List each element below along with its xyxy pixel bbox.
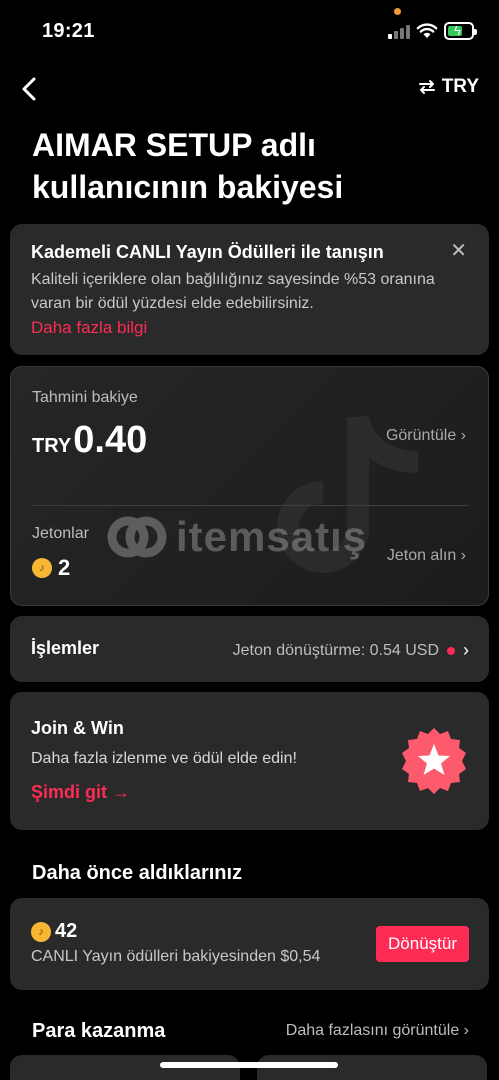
star-badge-icon [402,728,466,794]
transactions-row[interactable]: İşlemler Jeton dönüştürme: 0.54 USD › [10,616,489,682]
transactions-info: Jeton dönüştürme: 0.54 USD › [233,640,469,661]
balance-currency: TRY [32,435,72,457]
earn-section-title: Para kazanma [32,1020,166,1042]
get-coins-link[interactable]: Jeton alın › [387,547,466,565]
coin-icon: ♪ [32,558,52,578]
view-more-link[interactable]: Daha fazlasını görüntüle › [286,1022,469,1040]
itemsatis-watermark: itemsatış [106,513,367,561]
view-balance-link[interactable]: Görüntüle › [386,427,466,445]
balance-value: 0.40 [73,419,148,461]
battery-icon: ϟ [444,22,477,40]
learn-more-link[interactable]: Daha fazla bilgi [31,318,147,338]
coin-icon: ♪ [31,921,51,942]
top-nav: TRY [0,70,499,106]
back-button[interactable] [18,74,42,104]
status-time: 19:21 [42,20,95,42]
promo-text: Kaliteli içeriklere olan bağlılığınız sa… [31,271,435,312]
status-bar: 19:21 ϟ [0,0,499,60]
transactions-title: İşlemler [31,638,100,658]
received-amount: ♪ 42 [31,920,77,943]
balance-card: Tahmini bakiye TRY 0.40 Görüntüle › Jeto… [10,366,489,606]
notification-dot [447,646,455,655]
home-indicator[interactable] [160,1062,338,1068]
balance-amount: TRY 0.40 [32,419,147,462]
received-amount-value: 42 [55,920,78,942]
currency-switch-button[interactable]: TRY [418,76,479,98]
divider [32,505,469,506]
coins-label: Jetonlar [32,525,89,542]
convert-button[interactable]: Dönüştür [376,926,469,962]
join-win-card: Join & Win Daha fazla izlenme ve ödül el… [10,692,489,830]
join-win-subtitle: Daha fazla izlenme ve ödül elde edin! [31,750,297,767]
currency-label: TRY [441,76,479,97]
page-title: AIMAR SETUP adlı kullanıcının bakiyesi [32,127,344,205]
coin-conversion-text: Jeton dönüştürme: 0.54 USD [232,641,439,659]
watermark-text: itemsatış [176,513,368,560]
received-card: ♪ 42 CANLI Yayın ödülleri bakiyesinden $… [10,898,489,990]
promo-card: Kademeli CANLI Yayın Ödülleri ile tanışı… [10,224,489,355]
join-win-title: Join & Win [31,718,124,738]
chevron-left-icon [22,77,36,101]
swap-arrows-icon [418,80,435,94]
cellular-signal-icon [388,24,410,39]
coins-value: ♪ 2 [32,555,70,581]
chain-link-icon [107,516,167,558]
go-now-link[interactable]: Şimdi git → [31,782,130,803]
promo-title: Kademeli CANLI Yayın Ödülleri ile tanışı… [31,242,384,262]
close-icon[interactable]: ✕ [450,238,467,263]
received-section-title: Daha önce aldıklarınız [32,862,243,884]
coins-count: 2 [58,555,71,580]
privacy-indicator-dot [394,8,401,15]
estimated-balance-label: Tahmini bakiye [32,389,138,406]
wifi-icon [416,23,438,38]
chevron-right-icon: › [463,640,469,660]
received-subtitle: CANLI Yayın ödülleri bakiyesinden $0,54 [31,948,321,965]
